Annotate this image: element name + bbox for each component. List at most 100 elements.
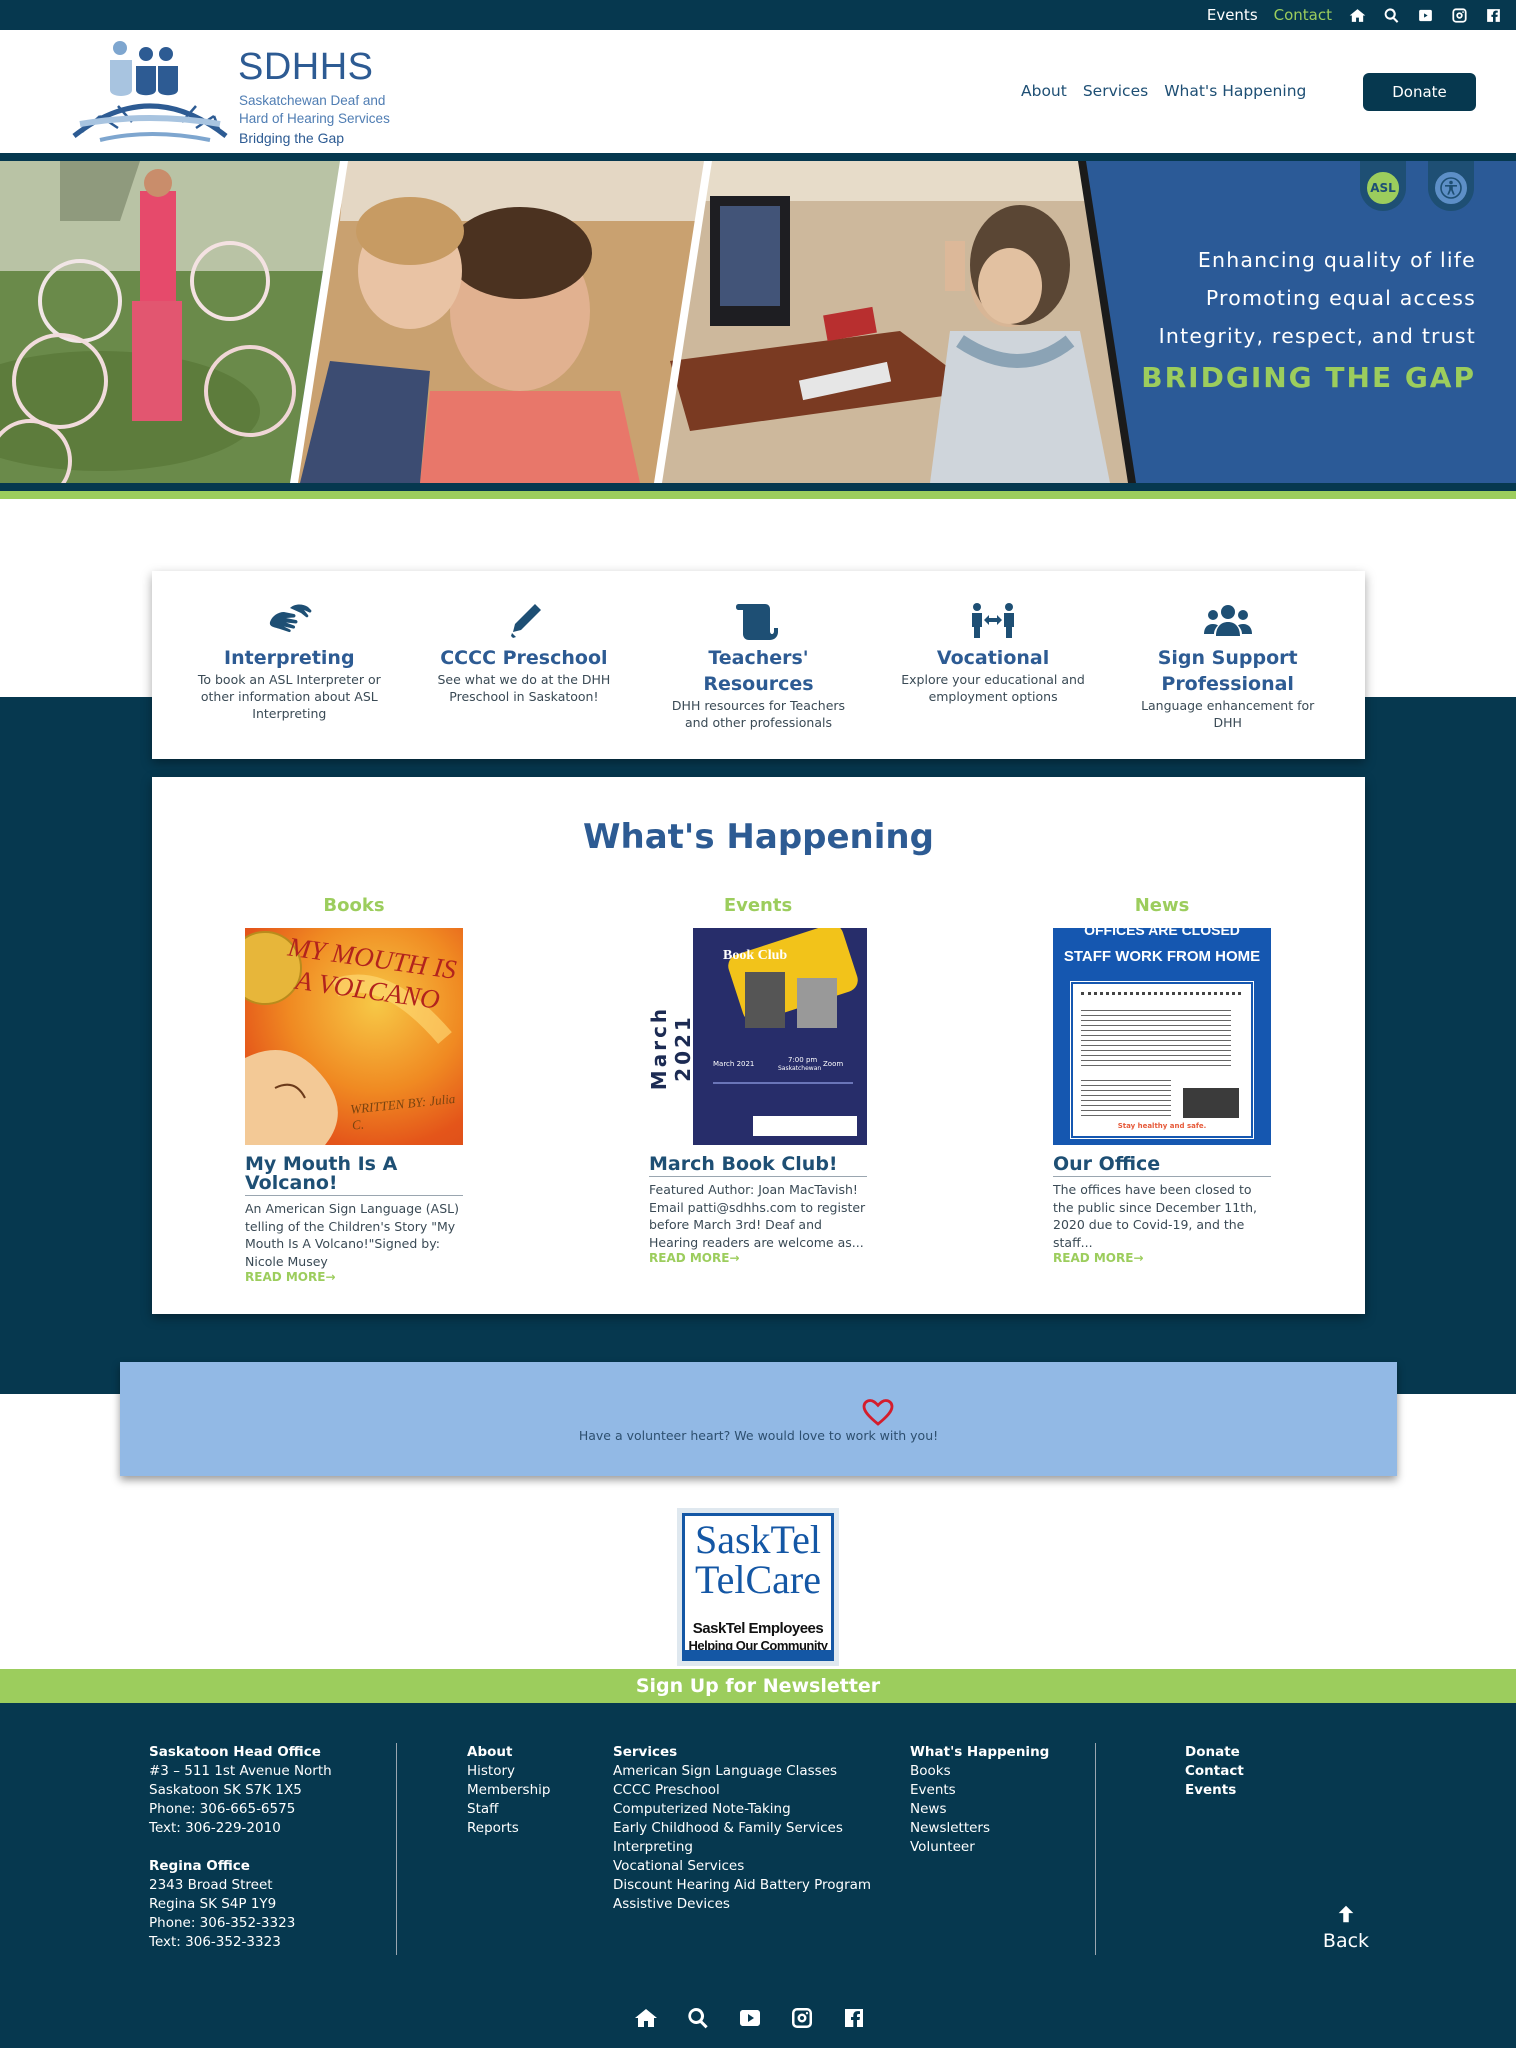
search-icon[interactable] xyxy=(1382,6,1400,24)
footer-offices: Saskatoon Head Office #3 – 511 1st Avenu… xyxy=(149,1743,332,1952)
site-header: SDHHS Saskatchewan Deaf and Hard of Hear… xyxy=(0,30,1516,153)
poster-photo-2 xyxy=(797,978,837,1028)
category-label[interactable]: Events xyxy=(649,895,867,916)
pencil-icon xyxy=(424,601,624,641)
event-poster: Book Club March 2021 7:00 pm Saskatchewa… xyxy=(693,928,867,1145)
footer-donate-link[interactable]: Donate xyxy=(1185,1743,1244,1762)
sasktel-telcare-sponsor-logo[interactable]: SaskTel TelCare SaskTel Employees Helpin… xyxy=(677,1508,839,1666)
service-interpreting[interactable]: Interpreting To book an ASL Interpreter … xyxy=(189,601,389,759)
post-title-link[interactable]: My Mouth Is A Volcano! xyxy=(245,1155,463,1196)
accessibility-button[interactable] xyxy=(1428,161,1474,211)
news-footer-text: Stay healthy and safe. xyxy=(1117,1122,1207,1130)
service-cccc-preschool[interactable]: CCCC Preschool See what we do at the DHH… xyxy=(424,601,624,759)
sponsor-line-2: SaskTel Employees Helping Our Community xyxy=(685,1620,831,1654)
post-title-link[interactable]: Our Office xyxy=(1053,1155,1271,1177)
hero-slogan: BRIDGING THE GAP xyxy=(1141,361,1476,394)
footer-link[interactable]: Newsletters xyxy=(910,1819,1049,1838)
donate-button[interactable]: Donate xyxy=(1363,73,1476,111)
footer-events-link[interactable]: Events xyxy=(1185,1781,1244,1800)
youtube-icon[interactable] xyxy=(1416,6,1434,24)
hero-text: Enhancing quality of life Promoting equa… xyxy=(1141,241,1476,394)
topbar-events-link[interactable]: Events xyxy=(1207,6,1258,24)
news-column: News OFFICES ARE CLOSED STAFF WORK FROM … xyxy=(1053,895,1271,1265)
site-logo[interactable]: SDHHS Saskatchewan Deaf and Hard of Hear… xyxy=(70,36,400,148)
footer-extra-links: Donate Contact Events xyxy=(1185,1743,1244,1800)
service-sign-support[interactable]: Sign Support Professional Language enhan… xyxy=(1128,601,1328,759)
footer-about-heading[interactable]: About xyxy=(467,1743,550,1762)
news-headline-1: OFFICES ARE CLOSED xyxy=(1084,928,1240,938)
service-vocational[interactable]: Vocational Explore your educational and … xyxy=(893,601,1093,759)
news-headline-2: STAFF WORK FROM HOME xyxy=(1063,948,1261,965)
utility-bar: Events Contact xyxy=(0,0,1516,30)
footer-link[interactable]: Books xyxy=(910,1762,1049,1781)
footer-link[interactable]: Computerized Note-Taking xyxy=(613,1800,871,1819)
saskatoon-text[interactable]: Text: 306-229-2010 xyxy=(149,1819,332,1838)
footer-happening-heading[interactable]: What's Happening xyxy=(910,1743,1049,1762)
footer-services: Services American Sign Language Classes … xyxy=(613,1743,871,1914)
category-label[interactable]: Books xyxy=(245,895,463,916)
events-column: Events March 2021 Book Club March 2021 7… xyxy=(649,895,867,1265)
nav-services[interactable]: Services xyxy=(1083,82,1148,100)
footer-link[interactable]: Vocational Services xyxy=(613,1857,871,1876)
newsletter-signup-bar[interactable]: Sign Up for Newsletter xyxy=(0,1669,1516,1703)
footer-link[interactable]: News xyxy=(910,1800,1049,1819)
regina-text[interactable]: Text: 306-352-3323 xyxy=(149,1933,332,1952)
back-to-top-button[interactable]: Back xyxy=(1322,1903,1370,1952)
footer-link[interactable]: American Sign Language Classes xyxy=(613,1762,871,1781)
volunteer-banner[interactable]: Have a volunteer heart? We would love to… xyxy=(120,1362,1397,1476)
facebook-icon[interactable] xyxy=(842,2006,866,2030)
event-thumbnail[interactable]: March 2021 Book Club March 2021 7:00 pm … xyxy=(649,928,867,1145)
saskatoon-address-2: Saskatoon SK S7K 1X5 xyxy=(149,1782,302,1798)
footer-link[interactable]: Reports xyxy=(467,1819,550,1838)
footer-whats-happening: What's Happening Books Events News Newsl… xyxy=(910,1743,1049,1857)
footer-link[interactable]: Early Childhood & Family Services xyxy=(613,1819,871,1838)
nav-whats-happening[interactable]: What's Happening xyxy=(1164,82,1306,100)
read-more-link[interactable]: READ MORE→ xyxy=(245,1270,463,1284)
category-label[interactable]: News xyxy=(1053,895,1271,916)
home-icon[interactable] xyxy=(1348,6,1366,24)
regina-phone[interactable]: Phone: 306-352-3323 xyxy=(149,1914,332,1933)
sponsor-line-1: SaskTel TelCare xyxy=(685,1520,831,1600)
facebook-icon[interactable] xyxy=(1484,6,1502,24)
footer-link[interactable]: Staff xyxy=(467,1800,550,1819)
service-title: Interpreting xyxy=(224,647,355,669)
regina-address-1: 2343 Broad Street xyxy=(149,1877,273,1893)
footer-link[interactable]: Volunteer xyxy=(910,1838,1049,1857)
footer-services-heading[interactable]: Services xyxy=(613,1743,871,1762)
footer-link[interactable]: Interpreting xyxy=(613,1838,871,1857)
read-more-link[interactable]: READ MORE→ xyxy=(1053,1251,1271,1265)
footer-link[interactable]: Membership xyxy=(467,1781,550,1800)
site-footer: Saskatoon Head Office #3 – 511 1st Avenu… xyxy=(0,1703,1516,2048)
read-more-link[interactable]: READ MORE→ xyxy=(649,1251,867,1265)
poster-time: 7:00 pm xyxy=(788,1056,818,1064)
footer-contact-link[interactable]: Contact xyxy=(1185,1762,1244,1781)
sponsor-bottom-bar xyxy=(685,1650,831,1658)
nav-about[interactable]: About xyxy=(1021,82,1067,100)
service-title: Vocational xyxy=(936,647,1050,669)
footer-link[interactable]: Assistive Devices xyxy=(613,1895,871,1914)
back-label: Back xyxy=(1322,1930,1370,1952)
hero-photo-collage xyxy=(0,161,1136,483)
search-icon[interactable] xyxy=(686,2006,710,2030)
service-desc: Explore your educational and employment … xyxy=(901,672,1085,704)
services-card: Interpreting To book an ASL Interpreter … xyxy=(152,571,1365,759)
book-thumbnail[interactable]: MY MOUTH IS A VOLCANO WRITTEN BY: Julia … xyxy=(245,928,463,1145)
youtube-icon[interactable] xyxy=(738,2006,762,2030)
post-title-link[interactable]: March Book Club! xyxy=(649,1155,867,1177)
asl-toggle-button[interactable]: ASL xyxy=(1360,161,1406,211)
news-thumbnail[interactable]: OFFICES ARE CLOSED STAFF WORK FROM HOME … xyxy=(1053,928,1271,1145)
home-icon[interactable] xyxy=(634,2006,658,2030)
instagram-icon[interactable] xyxy=(790,2006,814,2030)
hero-banner: ASL Enhancing quality of life Promoting … xyxy=(0,161,1516,483)
footer-link[interactable]: Events xyxy=(910,1781,1049,1800)
sponsor-logo-frame: SaskTel TelCare SaskTel Employees Helpin… xyxy=(682,1513,834,1661)
saskatoon-phone[interactable]: Phone: 306-665-6575 xyxy=(149,1800,332,1819)
instagram-icon[interactable] xyxy=(1450,6,1468,24)
logo-title: SDHHS xyxy=(238,46,374,88)
topbar-contact-link[interactable]: Contact xyxy=(1274,6,1332,24)
service-teachers-resources[interactable]: Teachers' Resources DHH resources for Te… xyxy=(658,601,858,759)
footer-link[interactable]: Discount Hearing Aid Battery Program xyxy=(613,1876,871,1895)
footer-link[interactable]: History xyxy=(467,1762,550,1781)
footer-link[interactable]: CCCC Preschool xyxy=(613,1781,871,1800)
scroll-icon xyxy=(658,601,858,641)
